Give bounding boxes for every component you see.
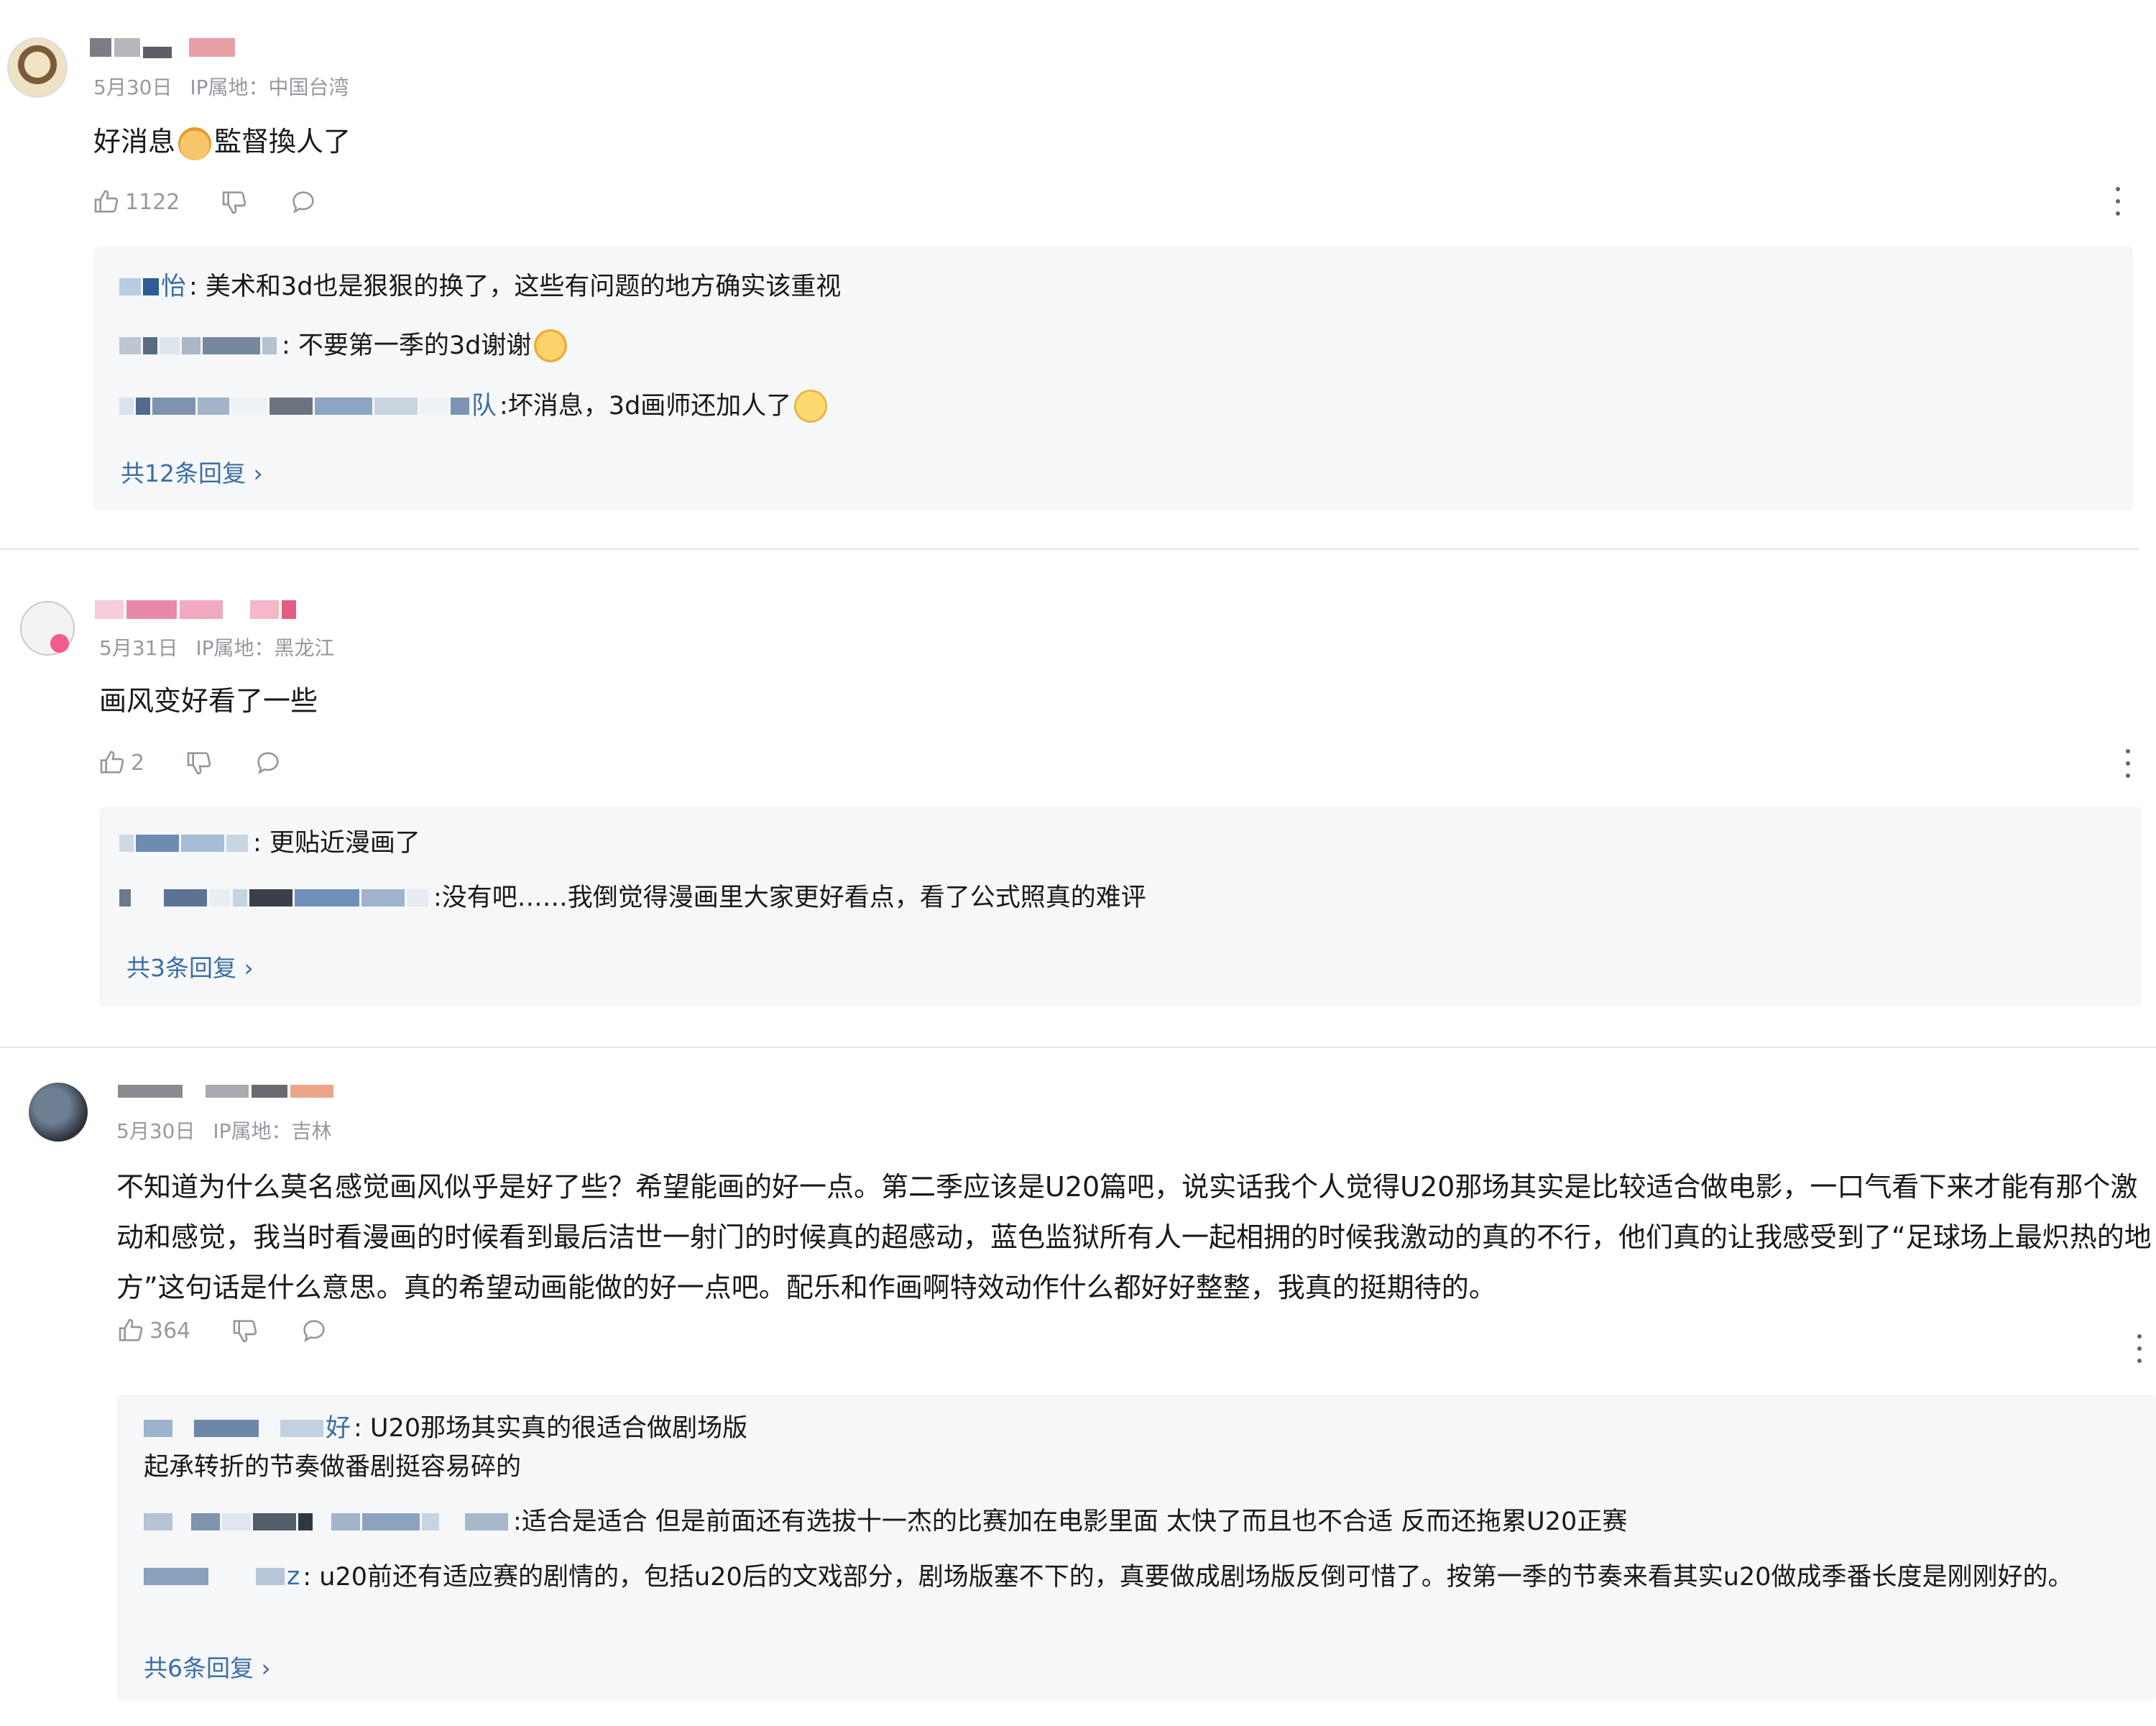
reply-username[interactable] [119,889,430,906]
reply-item: :没有吧……我倒觉得漫画里大家更好看点，看了公式照真的难评 [119,878,1146,917]
comment-content: 不知道为什么莫名感觉画风似乎是好了些？希望能画的好一点。第二季应该是U20篇吧，… [116,1171,2152,1303]
divider [0,548,2139,550]
username-blurred[interactable] [95,595,299,624]
thumbs-down-icon [233,1320,257,1343]
cat-emoji-icon [178,127,212,160]
reply-item: :适合是适合 但是前面还有选拔十一杰的比赛加在电影里面 太快了而且也不合适 反而… [144,1502,1627,1541]
more-vertical-icon[interactable] [2136,1334,2143,1363]
like-count: 2 [131,750,145,776]
like-button[interactable]: 364 [116,1316,190,1345]
comment-content: 画风变好看了一些 [99,685,318,717]
reply-item: 队 :坏消息，3d画师还加人了 [119,387,830,426]
comment-actions: 2 [98,745,323,781]
reply-text: : U20那场其实真的很适合做剧场版 [354,1414,748,1443]
reply-button[interactable] [300,1316,328,1345]
comment-item: 5月30日 IP属地：中国台湾 好消息 監督換人了 1122 怡 : 美术和3d也… [0,0,2156,554]
comment-meta: 5月30日 IP属地：吉林 [116,1116,344,1144]
reply-bubble-icon [292,191,315,214]
verified-badge-icon [50,634,69,653]
like-button[interactable]: 1122 [92,188,180,216]
username-blurred[interactable] [90,33,238,62]
dislike-button[interactable] [185,748,213,777]
reply-item-continued: 起承转折的节奏做番剧挺容易碎的 [144,1448,521,1487]
reply-text: : u20前还有适应赛的剧情的，包括u20后的文戏部分，剧场版塞不下的，真要做成… [303,1563,2073,1592]
avatar[interactable] [29,1083,88,1142]
like-button[interactable]: 2 [98,748,144,777]
thumbs-up-icon [119,1318,143,1341]
view-more-replies-link[interactable]: 共6条回复 › [144,1649,271,1684]
reply-username[interactable]: 队 [119,387,497,426]
view-more-replies-link[interactable]: 共12条回复 › [121,454,263,489]
smile-emoji-icon [794,390,828,423]
reply-text: : 不要第一季的3d谢谢 [282,331,532,360]
comment-item: 5月30日 IP属地：吉林 不知道为什么莫名感觉画风似乎是好了些？希望能画的好一… [0,1057,2156,1726]
reply-item: z : u20前还有适应赛的剧情的，包括u20后的文戏部分，剧场版塞不下的，真要… [144,1557,2156,1597]
comment-date: 5月30日 [116,1119,195,1143]
reply-username[interactable]: z [144,1557,300,1596]
ip-location: IP属地：黑龙江 [195,636,335,660]
ip-location: IP属地：吉林 [213,1119,332,1143]
like-count: 364 [149,1318,191,1344]
comment-actions: 364 [116,1313,369,1349]
ip-location: IP属地：中国台湾 [190,75,349,99]
dislike-button[interactable] [220,188,249,216]
thumbs-up-icon [100,750,124,774]
reply-username[interactable] [119,835,250,852]
more-vertical-icon[interactable] [2124,749,2132,778]
reply-text: : 更贴近漫画了 [253,829,420,858]
thumbs-down-icon [187,752,211,775]
reply-bubble-icon [303,1320,325,1343]
divider [0,1047,2156,1048]
reply-text: :没有吧……我倒觉得漫画里大家更好看点，看了公式照真的难评 [433,883,1146,912]
comment-meta: 5月31日 IP属地：黑龙江 [99,633,346,661]
reply-username[interactable] [119,337,279,354]
reply-text: :坏消息，3d画师还加人了 [499,392,792,421]
reply-section: 怡 : 美术和3d也是狠狠的换了，这些有问题的地方确实该重视 : 不要第一季的3… [93,246,2133,510]
reply-text: :适合是适合 但是前面还有选拔十一杰的比赛加在电影里面 太快了而且也不合适 反而… [513,1507,1628,1536]
reply-username[interactable]: 怡 [119,267,186,306]
reply-text: 起承转折的节奏做番剧挺容易碎的 [144,1453,522,1482]
avatar[interactable] [7,37,68,98]
reply-section: 好 : U20那场其实真的很适合做剧场版 起承转折的节奏做番剧挺容易碎的 :适合… [116,1395,2156,1701]
reply-button[interactable] [289,188,318,216]
comment-content: 好消息 監督換人了 [93,116,351,167]
reply-item: 怡 : 美术和3d也是狠狠的换了，这些有问题的地方确实该重视 [119,267,841,306]
view-more-replies-link[interactable]: 共3条回复 › [126,949,254,983]
reply-button[interactable] [254,748,282,777]
thumbs-up-icon [94,190,119,213]
username-blurred[interactable] [118,1077,336,1106]
comment-meta: 5月30日 IP属地：中国台湾 [93,72,361,101]
comment-item: 5月31日 IP属地：黑龙江 画风变好看了一些 2 : 更贴近漫画了 :没有吧…… [0,561,2156,1050]
reply-item: : 更贴近漫画了 [119,824,420,863]
more-vertical-icon[interactable] [2114,187,2122,216]
dislike-button[interactable] [231,1316,259,1345]
comment-date: 5月30日 [93,75,172,99]
like-count: 1122 [125,189,180,215]
thumbs-down-icon [223,191,247,214]
laugh-cry-emoji-icon [534,329,568,362]
reply-username[interactable]: 好 [144,1409,351,1448]
reply-item: 好 : U20那场其实真的很适合做剧场版 [144,1409,747,1448]
reply-section: : 更贴近漫画了 :没有吧……我倒觉得漫画里大家更好看点，看了公式照真的难评 共… [99,807,2142,1006]
comment-actions: 1122 [92,184,358,220]
reply-item: : 不要第一季的3d谢谢 [119,326,570,365]
reply-username[interactable] [144,1513,510,1530]
comment-date: 5月31日 [99,636,178,660]
reply-text: : 美术和3d也是狠狠的换了，这些有问题的地方确实该重视 [189,272,842,301]
reply-bubble-icon [257,752,279,775]
